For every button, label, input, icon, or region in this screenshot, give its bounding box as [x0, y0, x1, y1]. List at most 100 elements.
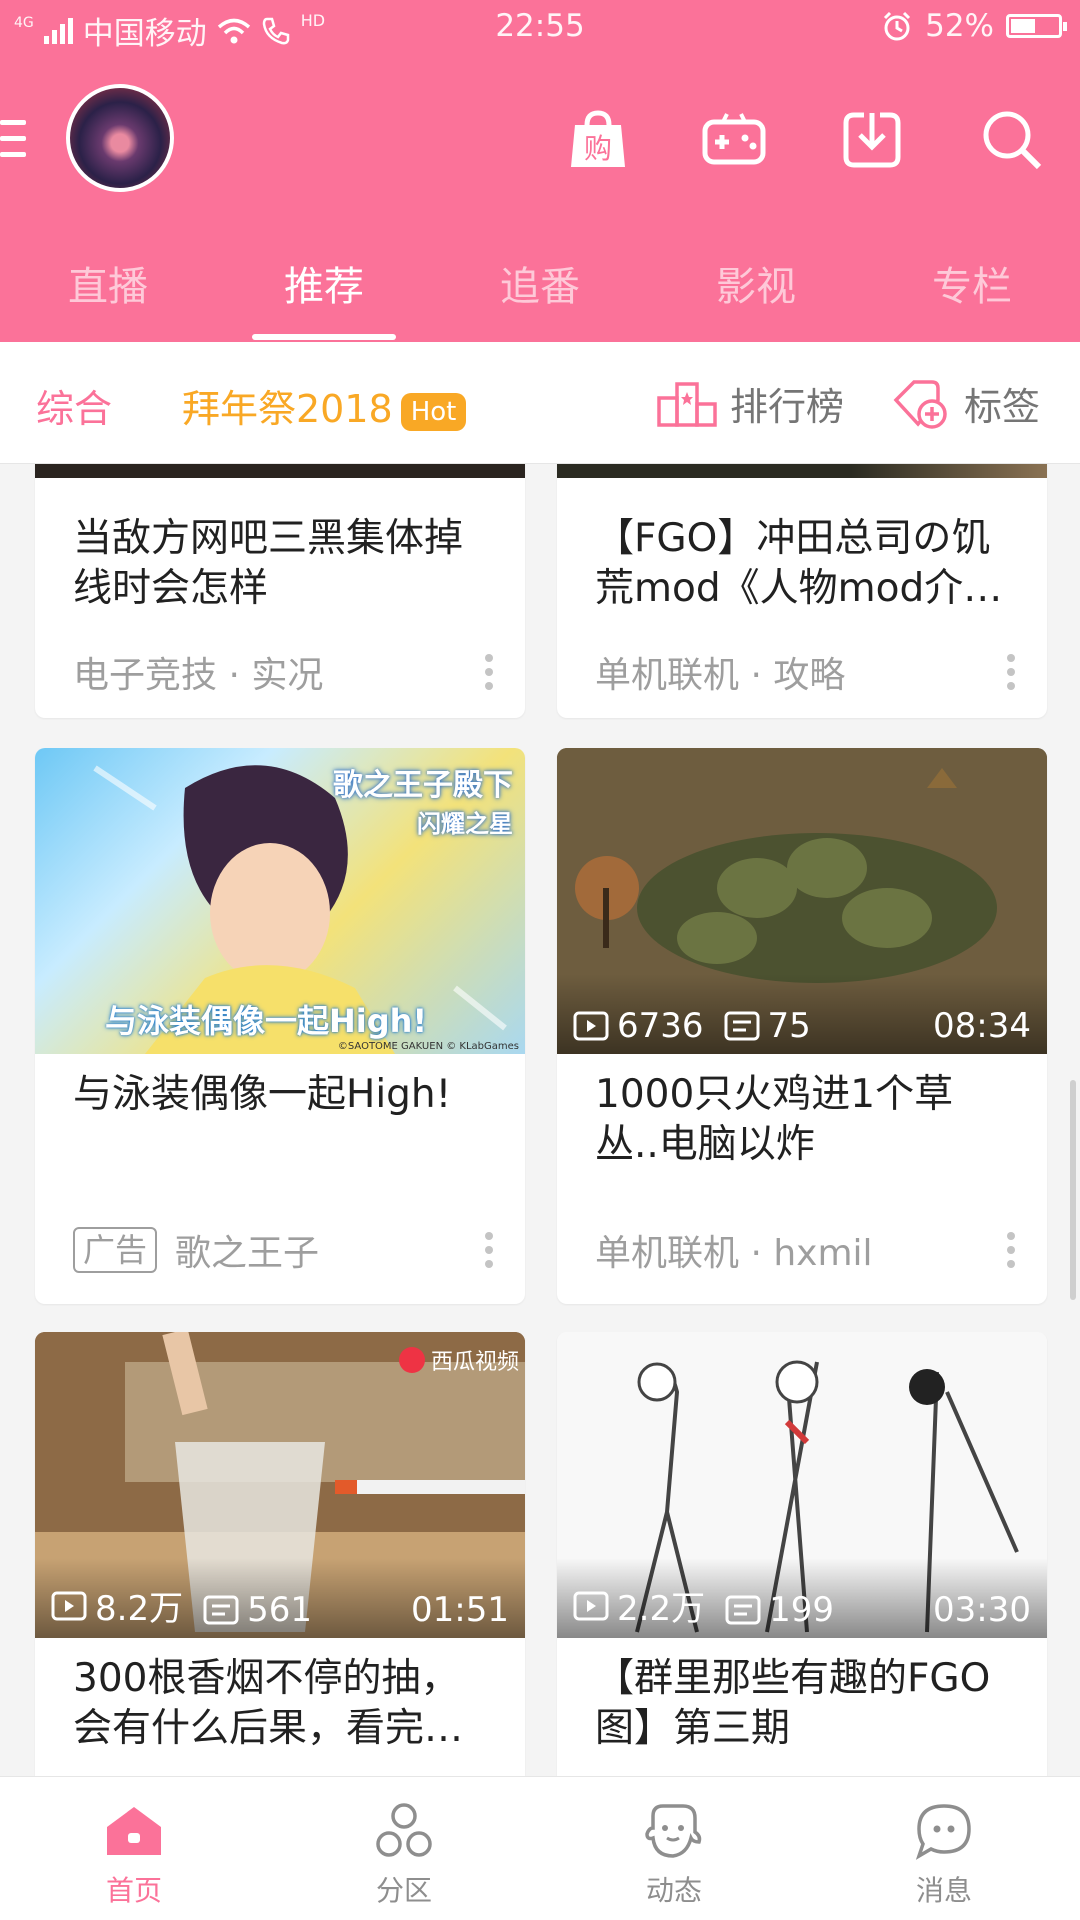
shop-glyph: 购	[584, 132, 612, 165]
event-link[interactable]: 拜年祭2018 Hot	[182, 378, 467, 433]
video-meta: 电子竞技 · 实况	[73, 646, 495, 698]
video-card[interactable]: 当敌方网吧三黑集体掉线时会怎样 电子竞技 · 实况	[35, 464, 525, 718]
play-icon	[51, 1591, 87, 1620]
video-duration: 03:30	[933, 1590, 1031, 1630]
view-count: 8.2万	[51, 1581, 183, 1630]
ranking-icon	[657, 381, 717, 427]
active-tab-indicator	[252, 334, 396, 340]
video-duration: 08:34	[933, 1006, 1031, 1046]
tab-live[interactable]: 直播	[28, 254, 188, 312]
danmaku-value: 75	[767, 1006, 811, 1046]
download-icon[interactable]	[836, 104, 908, 176]
tab-column[interactable]: 专栏	[892, 254, 1052, 312]
bottom-navigation: 首页 分区 动态 消息	[0, 1776, 1080, 1920]
top-header: 4G 中国移动 HD 22:55 52% 购 直播 推荐 追番 影视 专栏	[0, 0, 1080, 342]
status-right: 52%	[881, 8, 1067, 44]
video-category: 单机联机 · 攻略	[595, 655, 846, 696]
ad-source: 歌之王子	[175, 1233, 320, 1274]
danmaku-icon	[724, 1011, 760, 1041]
danmaku-count: 199	[725, 1590, 834, 1630]
ranking-button[interactable]: 排行榜	[656, 376, 844, 431]
video-title: 与泳装偶像一起High!	[73, 1072, 452, 1117]
video-title: 【群里那些有趣的FGO图】第三期	[595, 1656, 991, 1751]
video-stats: 2.2万 199 03:30	[557, 1558, 1047, 1638]
battery-percent: 52%	[925, 8, 994, 44]
tab-recommend[interactable]: 推荐	[244, 254, 404, 312]
nav-dynamic[interactable]: 动态	[604, 1797, 744, 1909]
avatar[interactable]	[66, 84, 174, 192]
alarm-icon	[884, 11, 911, 41]
video-title: 【FGO】冲田总司の饥荒mod《人物mod介…	[595, 516, 1003, 611]
video-category: 电子竞技 · 实况	[73, 655, 324, 696]
banner-subtitle: 闪耀之星	[417, 810, 513, 838]
shop-icon[interactable]: 购	[562, 104, 634, 176]
battery-icon	[1006, 14, 1067, 38]
copyright-text: ©SAOTOME GAKUEN © KLabGames	[337, 1041, 519, 1052]
banner-title-text: 歌之王子殿下	[333, 768, 513, 803]
video-title: 当敌方网吧三黑集体掉线时会怎样	[73, 516, 464, 611]
video-stats: 6736 75 08:34	[557, 974, 1047, 1054]
video-feed: 当敌方网吧三黑集体掉线时会怎样 电子竞技 · 实况 【FGO】冲田总司の饥荒mo…	[0, 464, 1080, 1776]
views-value: 6736	[617, 1006, 704, 1046]
nav-message-label: 消息	[915, 1874, 972, 1907]
menu-icon[interactable]	[0, 120, 26, 160]
video-card[interactable]: 西瓜视频 8.2万 561 01:51 300根香烟不停的抽，会有什么后果，看完…	[35, 1332, 525, 1776]
video-thumbnail: 2.2万 199 03:30	[557, 1332, 1047, 1638]
video-thumbnail: 6736 75 08:34	[557, 748, 1047, 1054]
video-card[interactable]: 【FGO】冲田总司の饥荒mod《人物mod介… 单机联机 · 攻略	[557, 464, 1047, 718]
more-options-icon[interactable]	[485, 654, 495, 690]
danmaku-icon	[203, 1595, 239, 1625]
category-icon	[376, 1803, 432, 1857]
watermark-text: 西瓜视频	[430, 1350, 519, 1375]
overview-filter[interactable]: 综合	[36, 378, 112, 433]
more-options-icon[interactable]	[1007, 654, 1017, 690]
tag-add-icon	[893, 379, 947, 429]
video-duration: 01:51	[411, 1590, 509, 1630]
play-icon	[573, 1591, 609, 1620]
video-title: 300根香烟不停的抽，会有什么后果，看完…	[73, 1656, 464, 1751]
event-label: 拜年祭2018	[182, 387, 393, 431]
danmaku-icon	[725, 1595, 761, 1625]
tab-bangumi[interactable]: 追番	[460, 254, 620, 312]
nav-home-label: 首页	[105, 1874, 162, 1907]
danmaku-count: 75	[724, 1006, 811, 1046]
video-meta: 单机联机 · 攻略	[595, 646, 1017, 698]
home-icon	[107, 1807, 161, 1855]
hot-badge: Hot	[400, 392, 467, 431]
video-thumbnail: 西瓜视频 8.2万 561 01:51	[35, 1332, 525, 1638]
main-tabs: 直播 推荐 追番 影视 专栏	[0, 248, 1080, 342]
tags-button[interactable]: 标签	[892, 376, 1040, 431]
play-icon	[573, 1011, 609, 1041]
more-options-icon[interactable]	[485, 1232, 495, 1268]
sub-category-bar: 综合 拜年祭2018 Hot 排行榜 标签	[0, 342, 1080, 464]
danmaku-value: 199	[769, 1590, 834, 1630]
view-count: 2.2万	[573, 1581, 705, 1630]
banner-title: 歌之王子殿下 闪耀之星	[333, 760, 513, 840]
video-card[interactable]: 6736 75 08:34 1000只火鸡进1个草丛..电脑以炸 单机联机 · …	[557, 748, 1047, 1304]
status-bar: 4G 中国移动 HD 22:55 52%	[0, 0, 1080, 56]
video-category: 单机联机 · hxmil	[595, 1233, 873, 1274]
video-stats: 8.2万 561 01:51	[35, 1558, 525, 1638]
nav-message[interactable]: 消息	[874, 1797, 1014, 1909]
game-icon[interactable]	[698, 104, 770, 176]
search-icon[interactable]	[976, 104, 1048, 176]
nav-category-label: 分区	[375, 1874, 432, 1907]
nav-home[interactable]: 首页	[64, 1797, 204, 1909]
nav-dynamic-label: 动态	[645, 1874, 702, 1907]
nav-category[interactable]: 分区	[334, 1797, 474, 1909]
view-count: 6736	[573, 1006, 704, 1046]
views-value: 2.2万	[617, 1589, 706, 1629]
scrollbar[interactable]	[1070, 1080, 1076, 1300]
more-options-icon[interactable]	[1007, 1232, 1017, 1268]
dynamic-icon	[645, 1804, 702, 1858]
ranking-label: 排行榜	[730, 385, 845, 429]
video-title: 1000只火鸡进1个草丛..电脑以炸	[595, 1072, 954, 1167]
video-meta: 广告 歌之王子	[73, 1224, 495, 1276]
views-value: 8.2万	[95, 1589, 184, 1629]
video-card[interactable]: 2.2万 199 03:30 【群里那些有趣的FGO图】第三期	[557, 1332, 1047, 1776]
tab-movies[interactable]: 影视	[676, 254, 836, 312]
tags-label: 标签	[964, 385, 1041, 429]
overlay-text: 与泳装偶像一起High!	[105, 1002, 428, 1040]
ad-badge: 广告	[73, 1227, 158, 1273]
ad-card[interactable]: 歌之王子殿下 闪耀之星 与泳装偶像一起High! ©SAOTOME GAKUEN…	[35, 748, 525, 1304]
